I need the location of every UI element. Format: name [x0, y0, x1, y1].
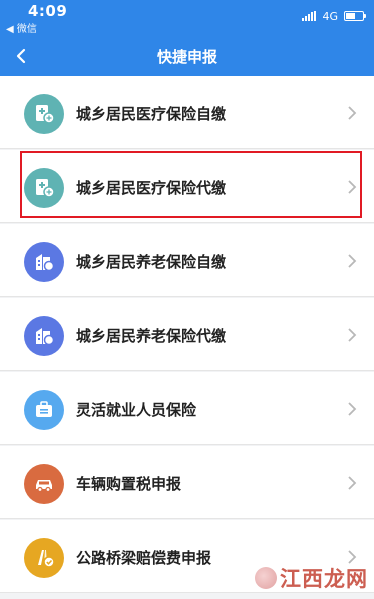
pension-insurance-icon: [24, 242, 64, 282]
list-item-label: 城乡居民医疗保险自缴: [76, 105, 227, 123]
briefcase-icon: [24, 390, 64, 430]
back-to-app-link[interactable]: ◀ 微信: [6, 20, 37, 35]
watermark-text: 江西龙网: [280, 566, 368, 591]
list-item-label: 车辆购置税申报: [76, 475, 182, 493]
medical-insurance-icon: [24, 168, 64, 208]
list-item-pension-proxy-pay[interactable]: 城乡居民养老保险代缴: [0, 298, 374, 371]
list-item-medical-self-pay[interactable]: 城乡居民医疗保险自缴: [0, 76, 374, 149]
list-item-vehicle-tax[interactable]: 车辆购置税申报: [0, 446, 374, 519]
list-item-flexible-employment[interactable]: 灵活就业人员保险: [0, 372, 374, 445]
status-time: 4:09: [28, 2, 68, 20]
status-bar: 4:09 ◀ 微信 4G: [0, 0, 374, 36]
car-icon: [24, 464, 64, 504]
list-item-label: 城乡居民养老保险自缴: [76, 253, 227, 271]
medical-insurance-icon: [24, 94, 64, 134]
list-item-pension-self-pay[interactable]: 城乡居民养老保险自缴: [0, 224, 374, 297]
chevron-right-icon: [348, 254, 357, 268]
watermark: 江西龙网: [255, 563, 368, 593]
watermark-logo-icon: [255, 567, 277, 589]
list-item-label: 灵活就业人员保险: [76, 401, 197, 419]
network-type: 4G: [322, 9, 338, 23]
list-item-label: 城乡居民医疗保险代缴: [76, 179, 227, 197]
chevron-right-icon: [348, 328, 357, 342]
bridge-compensation-icon: [24, 538, 64, 578]
chevron-right-icon: [348, 180, 357, 194]
list-item-label: 城乡居民养老保险代缴: [76, 327, 227, 345]
chevron-right-icon: [348, 106, 357, 120]
pension-insurance-icon: [24, 316, 64, 356]
nav-bar: 快捷申报: [0, 36, 374, 76]
chevron-right-icon: [348, 476, 357, 490]
signal-icon: [302, 11, 317, 21]
status-indicators: 4G: [302, 9, 366, 23]
list-item-label: 公路桥梁赔偿费申报: [76, 549, 212, 567]
battery-icon: [344, 11, 366, 21]
list-item-medical-proxy-pay[interactable]: 城乡居民医疗保险代缴: [0, 150, 374, 223]
chevron-right-icon: [348, 402, 357, 416]
page-title: 快捷申报: [156, 48, 217, 66]
